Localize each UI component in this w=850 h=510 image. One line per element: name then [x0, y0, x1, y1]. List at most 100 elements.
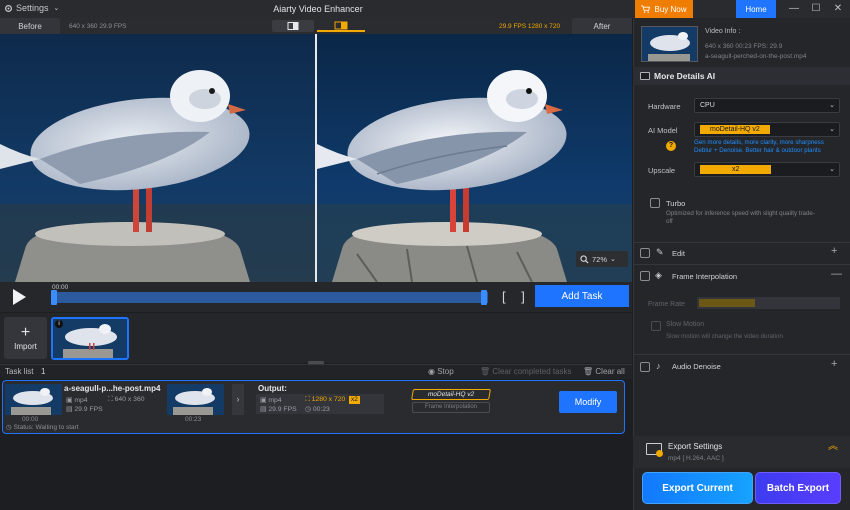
more-details-ai-label: More Details AI	[654, 71, 716, 81]
trim-end-handle[interactable]	[481, 290, 487, 305]
hardware-value: CPU	[700, 102, 715, 109]
export-current-button[interactable]: Export Current	[642, 472, 753, 504]
audio-icon: ♪	[656, 361, 661, 371]
slow-motion-label: Slow Motion	[666, 321, 705, 328]
chevron-down-icon: ⌄	[610, 256, 616, 263]
collapse-minus-icon[interactable]: —	[831, 268, 842, 280]
zoom-control[interactable]: 72% ⌄	[576, 251, 628, 267]
model-desc-line-2: Deblur + Denoise. Better hair & outdoor …	[694, 146, 821, 154]
model-description: Gen more details, more clarity, more sha…	[694, 139, 840, 154]
clear-all-button[interactable]: 🗑 Clear all	[583, 367, 625, 376]
frame-interpolation-checkbox[interactable]	[640, 271, 650, 281]
frame-interpolation-icon: ◈	[655, 270, 662, 280]
export-settings-bar[interactable]	[633, 436, 850, 468]
task-status: ◷ Status: Waiting to start	[6, 424, 79, 431]
seagull-image-after	[317, 34, 632, 282]
before-label: Before	[0, 18, 60, 34]
seagull-thumbnail	[167, 384, 224, 415]
export-settings-label: Export Settings	[668, 442, 723, 451]
add-task-button[interactable]: Add Task	[535, 285, 629, 307]
output-scale-badge: x2	[349, 396, 360, 404]
input-format: ▣ mp4	[66, 397, 88, 404]
chevron-down-icon: ⌄	[829, 126, 835, 133]
slow-motion-description: Slow motion will change the video durati…	[666, 333, 783, 340]
gear-icon	[656, 450, 663, 457]
expand-plus-icon[interactable]: +	[831, 358, 837, 370]
timeline-range	[52, 292, 488, 303]
upscale-select[interactable]: x2 ⌄	[694, 162, 840, 177]
frame-rate-label: Frame Rate	[648, 301, 685, 308]
zoom-value: 72%	[592, 254, 608, 264]
frame-interpolation-label: Frame Interpolation	[672, 272, 738, 281]
video-info-filename: a-seagull-perched-on-the-post.mp4	[705, 53, 807, 60]
side-by-side-mode-button[interactable]	[272, 20, 314, 32]
play-button[interactable]	[10, 287, 28, 307]
video-info-title: Video Info :	[705, 28, 741, 35]
zoom-icon	[580, 254, 589, 264]
task-file-name: a-seagull-p...he-post.mp4	[64, 384, 161, 393]
import-label: Import	[14, 341, 37, 351]
audio-denoise-checkbox[interactable]	[640, 362, 650, 372]
model-desc-line-1: Gen more details, more clarity, more sha…	[694, 139, 824, 146]
expand-plus-icon[interactable]: +	[831, 245, 837, 257]
task-thumb-start	[5, 384, 62, 415]
turbo-description: Optimized for inference speed with sligh…	[666, 210, 815, 225]
modify-button[interactable]: Modify	[559, 391, 617, 413]
hardware-select[interactable]: CPU ⌄	[694, 98, 840, 113]
plus-icon: +	[20, 323, 31, 341]
compare-mode-button[interactable]	[317, 20, 365, 32]
ai-model-label: AI Model	[648, 126, 678, 135]
seagull-thumbnail	[642, 27, 697, 61]
after-pane	[317, 34, 632, 282]
app-title: Aiarty Video Enhancer	[273, 4, 363, 14]
export-settings-format: mp4 [ H.264, AAC ]	[668, 455, 724, 462]
import-button[interactable]: + Import	[4, 317, 47, 359]
task-thumb-end	[167, 384, 224, 415]
trim-start-handle[interactable]	[51, 290, 57, 305]
batch-export-button[interactable]: Batch Export	[755, 472, 841, 504]
hardware-label: Hardware	[648, 102, 681, 111]
crop-button[interactable]: [ ]	[502, 289, 531, 304]
output-resolution: ⛶ 1280 x 720	[305, 396, 346, 403]
home-button[interactable]: Home	[736, 0, 776, 18]
cart-icon	[641, 5, 651, 13]
frame-interpolation-chip: Frame Interpolation	[412, 402, 490, 413]
maximize-button[interactable]: ☐	[808, 2, 824, 16]
stop-icon: ◉	[428, 367, 438, 376]
after-info: 29.9 FPS 1280 x 720	[499, 23, 561, 30]
model-chip: moDetail-HQ v2	[411, 389, 491, 400]
thumb-time-start: 00:00	[22, 416, 39, 423]
clear-completed-label: Clear completed tasks	[492, 367, 572, 376]
minimize-button[interactable]: —	[786, 2, 802, 16]
upscale-value: x2	[700, 165, 772, 174]
help-icon[interactable]: ?	[666, 141, 676, 151]
after-label: After	[572, 18, 632, 34]
before-info: 640 x 360 29.9 FPS	[69, 23, 127, 30]
trash-icon: 🗑	[583, 367, 596, 376]
close-button[interactable]: ✕	[830, 2, 846, 16]
edit-label: Edit	[672, 249, 685, 258]
video-preview[interactable]	[0, 34, 632, 282]
clear-completed-button[interactable]: 🗑 Clear completed tasks	[480, 367, 572, 376]
turbo-checkbox[interactable]	[650, 198, 660, 208]
buy-now-button[interactable]: Buy Now	[635, 0, 693, 18]
task-list-label: Task list	[5, 367, 34, 376]
divider	[633, 264, 850, 265]
seagull-thumbnail	[5, 384, 62, 415]
play-icon	[13, 289, 26, 305]
chevron-up-icon[interactable]: ︽	[828, 442, 838, 452]
slow-motion-checkbox[interactable]	[651, 321, 661, 331]
stop-button[interactable]: ◉ Stop	[428, 367, 454, 376]
input-fps: ▤ 29.9 FPS	[66, 406, 103, 413]
chevron-down-icon: ⌄	[829, 166, 835, 173]
split-view-icon	[287, 22, 299, 30]
output-label: Output:	[258, 384, 287, 393]
input-resolution: ⛶ 640 x 360	[108, 396, 145, 403]
before-pane	[0, 34, 315, 282]
edit-icon: ✎	[656, 247, 664, 257]
info-icon[interactable]: i	[55, 320, 63, 328]
ai-chip-icon	[640, 72, 650, 80]
ai-model-select[interactable]: moDetail-HQ v2 ⌄	[694, 122, 840, 137]
edit-checkbox[interactable]	[640, 248, 650, 258]
upscale-label: Upscale	[648, 166, 676, 175]
